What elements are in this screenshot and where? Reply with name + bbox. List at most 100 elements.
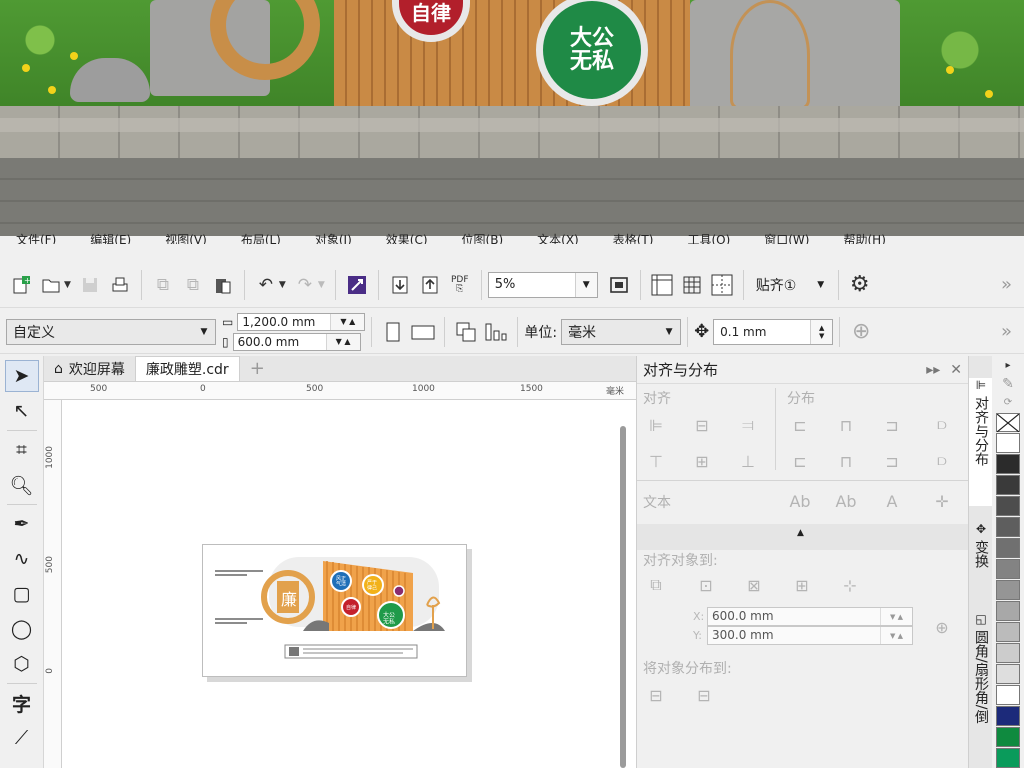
menu-item[interactable]: 工具(O) [687, 231, 730, 244]
tab-welcome-screen[interactable]: ⌂ 欢迎屏幕 [44, 356, 135, 381]
distribute-spacing-h-icon[interactable]: ⊐ [881, 414, 903, 436]
show-rulers-icon[interactable] [647, 270, 677, 300]
polygon-tool-icon[interactable]: ⬡ [5, 648, 39, 680]
align-left-icon[interactable]: ⊫ [645, 414, 667, 436]
chevron-down-icon[interactable]: ▼ [810, 272, 832, 298]
side-tab-transform[interactable]: ✥ 变换 [969, 522, 993, 602]
align-to-grid-icon[interactable]: ⊞ [791, 574, 813, 596]
search-content-icon[interactable] [342, 270, 372, 300]
x-stepper[interactable]: ▼ ▲ [880, 608, 912, 625]
text-tool-icon[interactable]: 字 [5, 687, 39, 719]
redo-dropdown-icon[interactable]: ▼ [318, 280, 325, 290]
color-swatch[interactable] [996, 538, 1020, 558]
all-pages-icon[interactable] [451, 317, 481, 347]
menu-item[interactable]: 布局(L) [241, 231, 281, 244]
width-stepper[interactable]: ▼ ▲ [330, 313, 365, 330]
align-to-active-object-icon[interactable]: ⧉ [645, 574, 667, 596]
nudge-distance-field[interactable]: 0.1 mm ▲ ▼ [713, 318, 834, 345]
color-swatch[interactable] [996, 748, 1020, 768]
export-icon[interactable] [415, 270, 445, 300]
show-guidelines-icon[interactable] [707, 270, 737, 300]
pen-tool-icon[interactable]: ✒ [5, 508, 39, 540]
toolbar-overflow-icon[interactable]: » [1001, 274, 1018, 295]
distribute-to-page-icon[interactable]: ⊟ [693, 684, 715, 706]
snap-to-dropdown[interactable]: 贴齐① ▼ [750, 272, 832, 298]
menu-item[interactable]: 文本(X) [537, 231, 579, 244]
add-page-icon[interactable]: ⊕ [846, 317, 876, 347]
align-right-icon[interactable]: ⫤ [737, 414, 759, 436]
dimension-tool-icon[interactable]: ⟋ [5, 722, 39, 754]
show-grid-icon[interactable] [677, 270, 707, 300]
side-tab-align-distribute[interactable]: ⊫ 对齐与分布 [969, 378, 993, 506]
crop-tool-icon[interactable]: ⌗ [5, 434, 39, 466]
x-coordinate-field[interactable]: 600.0 mm ▼ ▲ [707, 607, 913, 626]
distribute-left-icon[interactable]: ⊏ [789, 414, 811, 436]
align-center-h-icon[interactable]: ⊟ [691, 414, 713, 436]
landscape-icon[interactable] [408, 317, 438, 347]
options-gear-icon[interactable]: ⚙ [845, 270, 875, 300]
color-swatch[interactable] [996, 433, 1020, 453]
zoom-level-select[interactable]: 5% ▼ [487, 271, 598, 298]
menu-item[interactable]: 效果(C) [386, 231, 428, 244]
artistic-media-icon[interactable]: ∿ [5, 543, 39, 575]
pick-tool-icon[interactable]: ➤ [4, 360, 39, 392]
align-to-selection-icon[interactable]: ⊡ [695, 574, 717, 596]
page-artboard[interactable]: 廉 风正气清 严于律己 自律 大公无私 [202, 544, 467, 677]
side-tab-fillet[interactable]: ◱ 圆角/扇形角/倒 [969, 612, 993, 768]
align-bottom-icon[interactable]: ⊥ [737, 450, 759, 472]
distribute-center-v-icon[interactable]: ⊓ [835, 450, 857, 472]
chevron-down-icon[interactable]: ▼ [574, 272, 597, 297]
color-swatch[interactable] [996, 559, 1020, 579]
menu-item[interactable]: 位图(B) [462, 231, 504, 244]
save-icon[interactable] [75, 270, 105, 300]
text-outline-icon[interactable]: ✛ [931, 490, 953, 512]
import-icon[interactable] [385, 270, 415, 300]
menu-item[interactable]: 文件(F) [16, 231, 56, 244]
vertical-scrollbar[interactable] [620, 426, 626, 768]
text-bounding-box-icon[interactable]: A [881, 490, 903, 512]
new-document-icon[interactable]: + [6, 270, 36, 300]
color-swatch[interactable] [996, 580, 1020, 600]
menu-item[interactable]: 视图(V) [165, 231, 207, 244]
color-swatch[interactable] [996, 727, 1020, 747]
nudge-stepper[interactable]: ▲ ▼ [810, 319, 833, 344]
distribute-bottom-icon[interactable]: ⫐ [931, 450, 953, 472]
color-swatch[interactable] [996, 706, 1020, 726]
distribute-spacing-v-icon[interactable]: ⊐ [881, 450, 903, 472]
align-to-page-edge-icon[interactable]: ⊠ [743, 574, 765, 596]
menu-item[interactable]: 窗口(W) [764, 231, 809, 244]
color-swatch[interactable] [996, 475, 1020, 495]
ellipse-tool-icon[interactable]: ◯ [5, 613, 39, 645]
menu-item[interactable]: 编辑(E) [90, 231, 131, 244]
horizontal-ruler[interactable]: 500 0 500 1000 1500 毫米 [44, 382, 636, 400]
current-page-icon[interactable] [481, 317, 511, 347]
chevron-down-icon[interactable]: ▼ [658, 320, 680, 344]
color-swatch[interactable] [996, 517, 1020, 537]
collapse-arrow-icon[interactable]: ▲ [797, 528, 804, 538]
color-swatch[interactable] [996, 664, 1020, 684]
units-select[interactable]: 毫米 ▼ [561, 318, 682, 345]
shape-tool-icon[interactable]: ↖ [5, 395, 39, 427]
distribute-center-h-icon[interactable]: ⊓ [835, 414, 857, 436]
y-coordinate-field[interactable]: 300.0 mm ▼ ▲ [707, 626, 913, 645]
menu-item[interactable]: 帮助(H) [843, 231, 885, 244]
zoom-tool-icon[interactable]: 🔍︎ [5, 469, 39, 501]
cut-icon[interactable]: ⧉ [148, 270, 178, 300]
target-point-icon[interactable]: ⊕ [931, 616, 953, 638]
toolbar-overflow-icon[interactable]: » [1001, 321, 1018, 342]
open-folder-icon[interactable] [36, 270, 66, 300]
page-height-field[interactable]: 600.0 mm ▼ ▲ [232, 332, 361, 351]
page-size-select[interactable]: 自定义 ▼ [6, 318, 216, 345]
vertical-ruler[interactable]: 1000 500 0 [44, 400, 62, 768]
page-width-field[interactable]: 1,200.0 mm ▼ ▲ [237, 312, 366, 331]
palette-scroll-up-icon[interactable]: ▸ [1005, 356, 1010, 375]
text-first-baseline-icon[interactable]: Ab [789, 490, 811, 512]
print-icon[interactable] [105, 270, 135, 300]
full-screen-icon[interactable] [604, 270, 634, 300]
paste-icon[interactable] [208, 270, 238, 300]
color-swatch[interactable] [996, 496, 1020, 516]
redo-icon[interactable]: ↷ [290, 270, 320, 300]
publish-pdf-button[interactable]: PDF ⎘ [445, 270, 475, 300]
align-top-icon[interactable]: ⊤ [645, 450, 667, 472]
distribute-to-selection-icon[interactable]: ⊟ [645, 684, 667, 706]
